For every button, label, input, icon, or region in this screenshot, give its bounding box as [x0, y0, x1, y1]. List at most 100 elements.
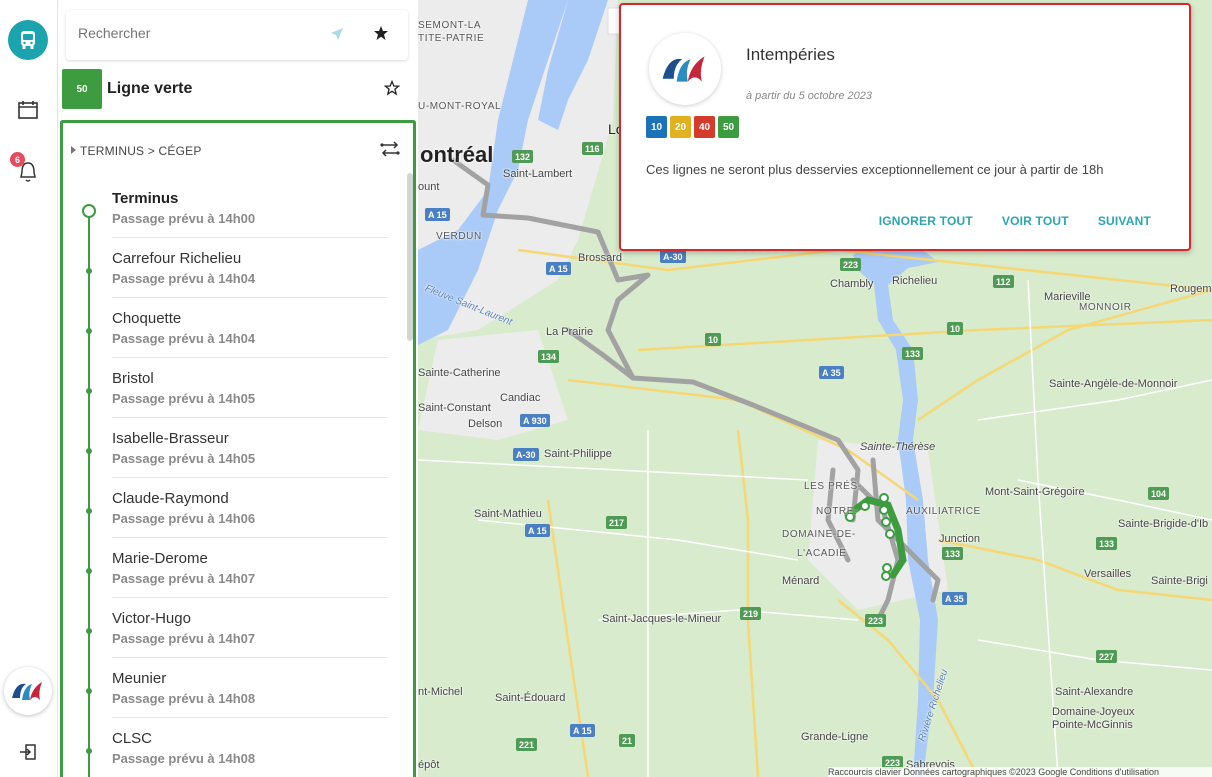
stop-dot-icon — [86, 568, 92, 574]
stop-item[interactable]: Victor-Hugo Passage prévu à 14h07 — [63, 598, 403, 658]
app-root: 6 50 Ligne verte TERM — [0, 0, 1212, 777]
stop-item[interactable]: Isabelle-Brasseur Passage prévu à 14h05 — [63, 418, 403, 478]
stop-name: CLSC — [112, 730, 153, 747]
line-number-badge: 50 — [62, 69, 102, 109]
stop-name: Choquette — [112, 310, 182, 327]
stop-item[interactable]: Bristol Passage prévu à 14h05 — [63, 358, 403, 418]
stop-dot-icon — [86, 688, 92, 694]
map-label: Junction — [939, 533, 980, 545]
map-label: Sainte-Angèle-de-Monnoir — [1049, 378, 1178, 390]
map-attribution[interactable]: Raccourcis clavier Données cartographiqu… — [828, 767, 1212, 777]
stop-item[interactable]: Choquette Passage prévu à 14h04 — [63, 298, 403, 358]
next-button[interactable]: SUIVANT — [1098, 214, 1151, 228]
stop-time: Passage prévu à 14h05 — [112, 391, 256, 406]
map-label: AUXILIATRICE — [906, 506, 981, 517]
map-label: Candiac — [500, 392, 541, 404]
stop-time: Passage prévu à 14h07 — [112, 571, 256, 586]
stop-dot-icon — [86, 268, 92, 274]
search-bar — [66, 10, 408, 60]
map-label: Saint-Lambert — [503, 168, 573, 180]
stop-name: Claude-Raymond — [112, 490, 229, 507]
stop-dot-icon — [82, 204, 96, 218]
map-label: Saint-Philippe — [544, 448, 612, 460]
map-label: épôt — [418, 759, 440, 771]
locate-arrow-icon[interactable] — [330, 27, 344, 46]
map-label: NOTRE- — [816, 506, 858, 517]
map-label: MONNOIR — [1079, 302, 1132, 313]
alert-date: à partir du 5 octobre 2023 — [746, 90, 872, 102]
stop-time: Passage prévu à 14h06 — [112, 511, 256, 526]
stop-time: Passage prévu à 14h04 — [112, 271, 256, 286]
map-label: Rougem — [1170, 283, 1212, 295]
stop-item[interactable]: Claude-Raymond Passage prévu à 14h06 — [63, 478, 403, 538]
favorite-line-star-icon[interactable] — [383, 79, 401, 101]
map-label: Domaine-Joyeux — [1052, 706, 1135, 718]
stop-item[interactable]: CLSC Passage prévu à 14h08 — [63, 718, 403, 777]
line-chip[interactable]: 50 — [718, 116, 739, 138]
swap-direction-icon[interactable] — [379, 139, 401, 164]
map-label: nt-Michel — [418, 686, 463, 698]
line-chip[interactable]: 10 — [646, 116, 667, 138]
stop-name: Bristol — [112, 370, 154, 387]
route-panel: 50 Ligne verte TERMINUS > CÉGEP Terminus… — [58, 0, 418, 777]
brand-logo-icon — [649, 33, 721, 105]
line-header: 50 Ligne verte — [62, 69, 412, 109]
highway-shield: A 15 — [425, 208, 450, 221]
line-name: Ligne verte — [107, 80, 193, 97]
stop-dot-icon — [86, 388, 92, 394]
route-shield: 21 — [619, 734, 636, 747]
stop-item[interactable]: Carrefour Richelieu Passage prévu à 14h04 — [63, 238, 403, 298]
stop-item[interactable]: Terminus Passage prévu à 14h00 — [63, 178, 403, 238]
stops-scrollbar[interactable] — [407, 173, 413, 341]
brand-logo-icon[interactable] — [4, 667, 52, 715]
logout-icon[interactable] — [14, 738, 42, 766]
calendar-icon[interactable] — [14, 96, 42, 124]
direction-label: TERMINUS > CÉGEP — [80, 144, 202, 158]
stop-time: Passage prévu à 14h04 — [112, 331, 256, 346]
map-label: La Prairie — [546, 326, 594, 338]
highway-shield: A 15 — [570, 724, 595, 737]
route-shield: 133 — [902, 347, 924, 360]
map-label: Delson — [468, 418, 503, 430]
alert-actions: IGNORER TOUT VOIR TOUT SUIVANT — [879, 214, 1151, 228]
route-shield: 227 — [1096, 650, 1118, 663]
route-shield: 217 — [606, 516, 628, 529]
highway-shield: A 15 — [525, 524, 550, 537]
stop-item[interactable]: Meunier Passage prévu à 14h08 — [63, 658, 403, 718]
map-label: Ménard — [782, 575, 820, 587]
stop-dot-icon — [86, 448, 92, 454]
highway-shield: A-30 — [660, 250, 686, 263]
view-all-button[interactable]: VOIR TOUT — [1002, 214, 1069, 228]
map-label: TITE-PATRIE — [418, 33, 485, 44]
alert-message: Ces lignes ne seront plus desservies exc… — [646, 162, 1104, 177]
route-shield: 221 — [516, 738, 538, 751]
bell-icon[interactable]: 6 — [10, 152, 42, 186]
line-chip[interactable]: 20 — [670, 116, 691, 138]
alert-title: Intempéries — [746, 45, 835, 64]
stop-time: Passage prévu à 14h05 — [112, 451, 256, 466]
map-label: DOMAINE-DE- — [782, 529, 856, 540]
stop-name: Meunier — [112, 670, 167, 687]
bus-logo-icon[interactable] — [8, 20, 48, 60]
route-shield: 133 — [1096, 537, 1118, 550]
map-label: SEMONT-LA — [418, 20, 482, 31]
stop-dot-icon — [86, 328, 92, 334]
line-chip[interactable]: 40 — [694, 116, 715, 138]
direction-toggle[interactable]: TERMINUS > CÉGEP — [71, 144, 202, 158]
map-label: VERDUN — [436, 231, 482, 242]
route-shield: 223 — [865, 614, 887, 627]
route-shield: 10 — [705, 333, 722, 346]
icon-rail: 6 — [0, 0, 58, 777]
route-shield: 10 — [947, 322, 964, 335]
map-label: ount — [418, 181, 440, 193]
stop-time: Passage prévu à 14h07 — [112, 631, 256, 646]
stop-time: Passage prévu à 14h00 — [112, 211, 256, 226]
search-input[interactable] — [78, 25, 308, 41]
stop-item[interactable]: Marie-Derome Passage prévu à 14h07 — [63, 538, 403, 598]
favorites-star-icon[interactable] — [373, 25, 389, 46]
map-label: Pointe-McGinnis — [1052, 719, 1133, 731]
map-label: L'ACADIE — [797, 548, 847, 559]
ignore-all-button[interactable]: IGNORER TOUT — [879, 214, 973, 228]
map-label: Versailles — [1084, 568, 1132, 580]
stops-list: TERMINUS > CÉGEP Terminus Passage prévu à… — [60, 120, 416, 777]
